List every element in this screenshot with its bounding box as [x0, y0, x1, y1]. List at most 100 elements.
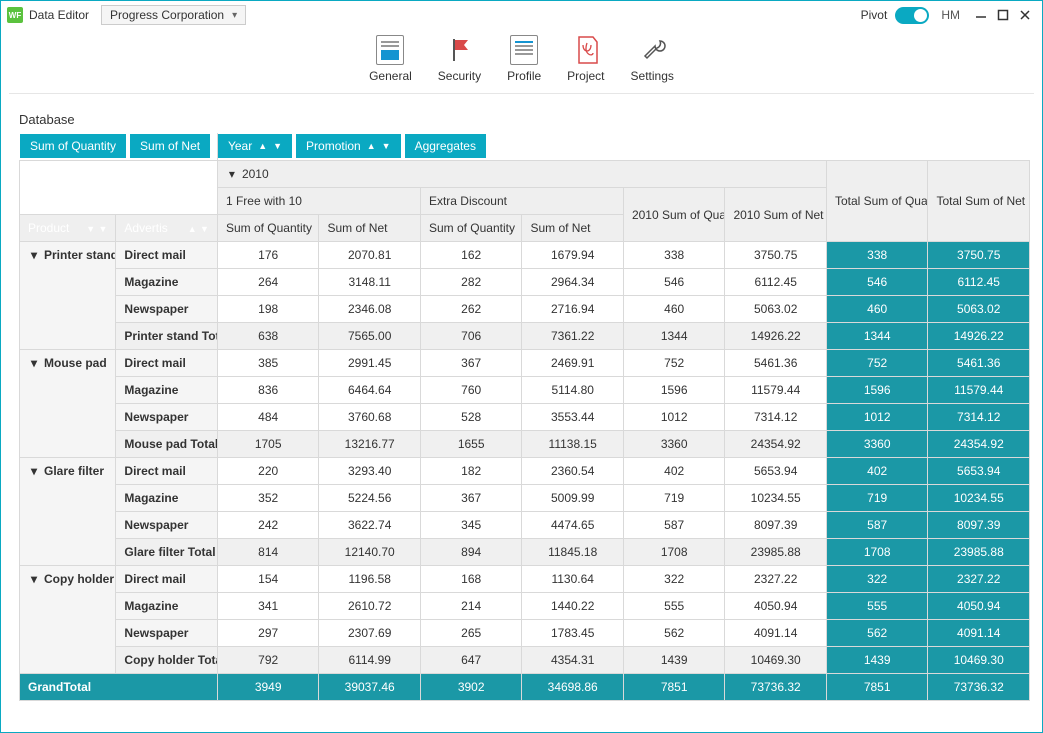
col-sum-net-1[interactable]: Sum of Net: [319, 215, 421, 242]
cell[interactable]: 587: [826, 512, 928, 539]
cell[interactable]: 4050.94: [725, 593, 827, 620]
minimize-button[interactable]: [970, 4, 992, 26]
cell[interactable]: 7851: [826, 674, 928, 701]
chip-sum-qty[interactable]: Sum of Quantity: [20, 134, 126, 158]
cell[interactable]: 182: [420, 458, 522, 485]
cell[interactable]: 3360: [826, 431, 928, 458]
col-sum-qty-2[interactable]: Sum of Quantity: [420, 215, 522, 242]
col-sum-net-2[interactable]: Sum of Net: [522, 215, 624, 242]
cell[interactable]: 2327.22: [725, 566, 827, 593]
cell[interactable]: 7565.00: [319, 323, 421, 350]
advert-label[interactable]: Magazine: [116, 593, 218, 620]
cell[interactable]: 3949: [217, 674, 319, 701]
group-header[interactable]: ▾Mouse pad: [20, 350, 116, 458]
cell[interactable]: 10469.30: [928, 647, 1030, 674]
collapse-icon[interactable]: ▾: [28, 464, 40, 478]
group-header[interactable]: ▾Glare filter: [20, 458, 116, 566]
cell[interactable]: 1440.22: [522, 593, 624, 620]
cell[interactable]: 1708: [826, 539, 928, 566]
cell[interactable]: 10234.55: [928, 485, 1030, 512]
cell[interactable]: 5114.80: [522, 377, 624, 404]
cell[interactable]: 341: [217, 593, 319, 620]
cell[interactable]: 5653.94: [725, 458, 827, 485]
cell[interactable]: 2610.72: [319, 593, 421, 620]
cell[interactable]: 352: [217, 485, 319, 512]
advert-label[interactable]: Magazine: [116, 269, 218, 296]
col-year-sum-net[interactable]: 2010 Sum of Net: [725, 188, 827, 242]
cell[interactable]: 24354.92: [928, 431, 1030, 458]
close-button[interactable]: [1014, 4, 1036, 26]
cell[interactable]: 10469.30: [725, 647, 827, 674]
axis-product[interactable]: Product▼ ▼: [20, 215, 116, 242]
cell[interactable]: 460: [623, 296, 725, 323]
cell[interactable]: 3553.44: [522, 404, 624, 431]
cell[interactable]: 214: [420, 593, 522, 620]
subtotal-label[interactable]: Glare filter Total: [116, 539, 218, 566]
cell[interactable]: 4091.14: [725, 620, 827, 647]
cell[interactable]: 322: [623, 566, 725, 593]
cell[interactable]: 546: [826, 269, 928, 296]
pivot-toggle[interactable]: [895, 7, 929, 24]
cell[interactable]: 7314.12: [928, 404, 1030, 431]
cell[interactable]: 345: [420, 512, 522, 539]
cell[interactable]: 11579.44: [928, 377, 1030, 404]
cell[interactable]: 2991.45: [319, 350, 421, 377]
cell[interactable]: 242: [217, 512, 319, 539]
cell[interactable]: 6464.64: [319, 377, 421, 404]
cell[interactable]: 11138.15: [522, 431, 624, 458]
cell[interactable]: 6112.45: [928, 269, 1030, 296]
cell[interactable]: 1679.94: [522, 242, 624, 269]
cell[interactable]: 1439: [826, 647, 928, 674]
cell[interactable]: 8097.39: [928, 512, 1030, 539]
cell[interactable]: 13216.77: [319, 431, 421, 458]
cell[interactable]: 24354.92: [725, 431, 827, 458]
cell[interactable]: 760: [420, 377, 522, 404]
chip-sum-net[interactable]: Sum of Net: [130, 134, 210, 158]
company-dropdown[interactable]: Progress Corporation ▾: [101, 5, 246, 25]
cell[interactable]: 587: [623, 512, 725, 539]
advert-label[interactable]: Magazine: [116, 485, 218, 512]
cell[interactable]: 262: [420, 296, 522, 323]
cell[interactable]: 647: [420, 647, 522, 674]
cell[interactable]: 14926.22: [725, 323, 827, 350]
cell[interactable]: 402: [623, 458, 725, 485]
user-initials[interactable]: HM: [941, 8, 960, 22]
cell[interactable]: 719: [826, 485, 928, 512]
advert-label[interactable]: Direct mail: [116, 350, 218, 377]
cell[interactable]: 2716.94: [522, 296, 624, 323]
cell[interactable]: 706: [420, 323, 522, 350]
cell[interactable]: 1783.45: [522, 620, 624, 647]
cell[interactable]: 2327.22: [928, 566, 1030, 593]
col-promo2[interactable]: Extra Discount: [420, 188, 623, 215]
cell[interactable]: 265: [420, 620, 522, 647]
cell[interactable]: 3360: [623, 431, 725, 458]
cell[interactable]: 555: [623, 593, 725, 620]
cell[interactable]: 894: [420, 539, 522, 566]
cell[interactable]: 7314.12: [725, 404, 827, 431]
ribbon-security[interactable]: Security: [438, 35, 481, 83]
cell[interactable]: 752: [623, 350, 725, 377]
cell[interactable]: 4354.31: [522, 647, 624, 674]
axis-advertis[interactable]: Advertis▲ ▼: [116, 215, 218, 242]
cell[interactable]: 297: [217, 620, 319, 647]
cell[interactable]: 1439: [623, 647, 725, 674]
cell[interactable]: 14926.22: [928, 323, 1030, 350]
subtotal-label[interactable]: Printer stand Total: [116, 323, 218, 350]
cell[interactable]: 814: [217, 539, 319, 566]
cell[interactable]: 792: [217, 647, 319, 674]
cell[interactable]: 34698.86: [522, 674, 624, 701]
cell[interactable]: 2964.34: [522, 269, 624, 296]
cell[interactable]: 5009.99: [522, 485, 624, 512]
cell[interactable]: 11579.44: [725, 377, 827, 404]
advert-label[interactable]: Direct mail: [116, 458, 218, 485]
ribbon-profile[interactable]: Profile: [507, 35, 541, 83]
cell[interactable]: 460: [826, 296, 928, 323]
cell[interactable]: 5063.02: [725, 296, 827, 323]
cell[interactable]: 546: [623, 269, 725, 296]
cell[interactable]: 39037.46: [319, 674, 421, 701]
cell[interactable]: 1012: [623, 404, 725, 431]
cell[interactable]: 176: [217, 242, 319, 269]
cell[interactable]: 4091.14: [928, 620, 1030, 647]
maximize-button[interactable]: [992, 4, 1014, 26]
cell[interactable]: 10234.55: [725, 485, 827, 512]
